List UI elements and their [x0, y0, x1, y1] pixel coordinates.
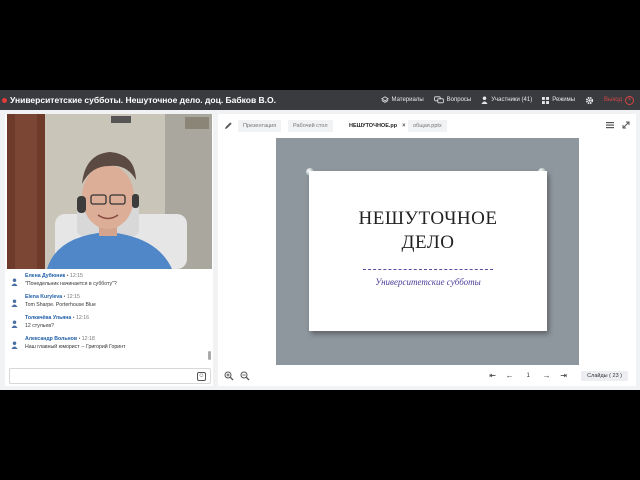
prev-page-icon[interactable]: ←	[504, 370, 515, 381]
user-icon	[481, 96, 488, 104]
menu-icon[interactable]	[606, 121, 614, 129]
recording-indicator	[2, 97, 7, 103]
questions-label: Вопросы	[446, 97, 472, 103]
zoom-out-icon[interactable]	[240, 371, 250, 381]
author-name: Елена Дубюник	[25, 273, 66, 279]
tab-other-file[interactable]: общая.pptx	[408, 120, 447, 132]
zoom-in-icon[interactable]	[224, 371, 234, 381]
pen-icon[interactable]	[224, 121, 233, 130]
participants-label: Участники (41)	[491, 97, 533, 103]
tab-desktop[interactable]: Рабочий стол	[288, 120, 333, 132]
close-icon[interactable]: ×	[402, 123, 406, 129]
message-time: 12:18	[81, 336, 95, 342]
page-number[interactable]: 1	[521, 373, 535, 379]
author-name: Elena Kuryleva	[25, 294, 63, 300]
emoji-icon[interactable]: ☺	[197, 372, 206, 381]
message-text: "Понедельник начинается в субботу"?	[25, 281, 117, 287]
layers-icon	[380, 96, 389, 103]
pagination: ⇤ ← 1 → ⇥ Слайды ( 23 )	[487, 370, 628, 381]
message-text: Tom Sharpe. Porterhouse Blue	[25, 302, 96, 308]
presentation-footer: ⇤ ← 1 → ⇥ Слайды ( 23 )	[218, 367, 636, 385]
modes-button[interactable]: Режимы	[542, 96, 576, 104]
presentation-panel: Презентация Рабочий стол НЕШУТОЧНОЕ.pp × …	[218, 114, 636, 386]
chat-messages[interactable]: Елена Дубюник • 12:15 "Понедельник начин…	[5, 273, 213, 363]
chat-message: Толкачёва Ульяна • 12:16 12 стульев?	[5, 315, 213, 336]
exit-label: Выход	[604, 97, 622, 103]
slide-title-line1: НЕШУТОЧНОЕ	[358, 208, 498, 229]
fullscreen-icon[interactable]	[622, 121, 630, 129]
message-text: 12 стульев?	[25, 323, 54, 329]
author-name: Толкачёва Ульяна	[25, 315, 72, 321]
slide-viewport: НЕШУТОЧНОЕ ДЕЛО Университетские субботы	[276, 138, 579, 365]
first-page-icon[interactable]: ⇤	[487, 370, 498, 381]
questions-button[interactable]: Вопросы	[433, 96, 472, 104]
tab-presentation[interactable]: Презентация	[238, 120, 282, 132]
presentation-tabs: Презентация Рабочий стол НЕШУТОЧНОЕ.pp × …	[218, 118, 636, 134]
chat-input[interactable]: ☺	[9, 368, 211, 384]
slide-subtitle: Университетские субботы	[375, 277, 481, 287]
materials-label: Материалы	[391, 97, 424, 103]
chat-scrollbar[interactable]	[208, 351, 211, 360]
webcam-frame	[7, 114, 212, 269]
user-icon	[11, 341, 18, 349]
chat-message: Elena Kuryleva • 12:15 Tom Sharpe. Porte…	[5, 294, 213, 315]
message-time: 12:16	[76, 315, 90, 321]
materials-button[interactable]: Материалы	[380, 96, 424, 104]
close-circle-icon: ×	[625, 95, 634, 105]
left-panel: Елена Дубюник • 12:15 "Понедельник начин…	[5, 114, 213, 386]
header-bar: Университетские субботы. Нешуточное дело…	[0, 90, 640, 110]
message-text: Наш главный юморист -- Григорий Горинт	[25, 344, 126, 350]
slide-divider	[363, 269, 493, 270]
chat-message: Александр Вольнов • 12:18 Наш главный юм…	[5, 336, 213, 357]
slides-count-button[interactable]: Слайды ( 23 )	[581, 370, 628, 381]
header-nav: Материалы Вопросы Участники (41) Режимы …	[380, 90, 634, 110]
chat-bubbles-icon	[433, 96, 444, 104]
message-time: 12:15	[66, 294, 80, 300]
slide-title-line2: ДЕЛО	[401, 232, 455, 253]
last-page-icon[interactable]: ⇥	[558, 370, 569, 381]
user-icon	[11, 278, 18, 286]
settings-button[interactable]	[585, 96, 594, 105]
webcam-video	[7, 114, 212, 269]
slide-content: НЕШУТОЧНОЕ ДЕЛО Университетские субботы	[309, 171, 547, 331]
gear-icon	[585, 96, 594, 104]
app-window: Университетские субботы. Нешуточное дело…	[0, 90, 640, 390]
participants-button[interactable]: Участники (41)	[481, 96, 532, 104]
next-page-icon[interactable]: →	[541, 370, 552, 381]
exit-button[interactable]: Выход ×	[604, 95, 634, 105]
page-title: Университетские субботы. Нешуточное дело…	[10, 95, 277, 105]
user-icon	[11, 299, 18, 307]
modes-label: Режимы	[552, 97, 576, 103]
user-icon	[11, 320, 18, 328]
slide-title: НЕШУТОЧНОЕ ДЕЛО	[309, 207, 547, 255]
tab-active-file[interactable]: НЕШУТОЧНОЕ.pp ×	[344, 120, 411, 132]
author-name: Александр Вольнов	[25, 336, 78, 342]
grid-icon	[542, 96, 550, 104]
chat-message: Елена Дубюник • 12:15 "Понедельник начин…	[5, 273, 213, 294]
message-time: 12:15	[69, 273, 83, 279]
tab-active-file-label: НЕШУТОЧНОЕ.pp	[349, 123, 398, 129]
